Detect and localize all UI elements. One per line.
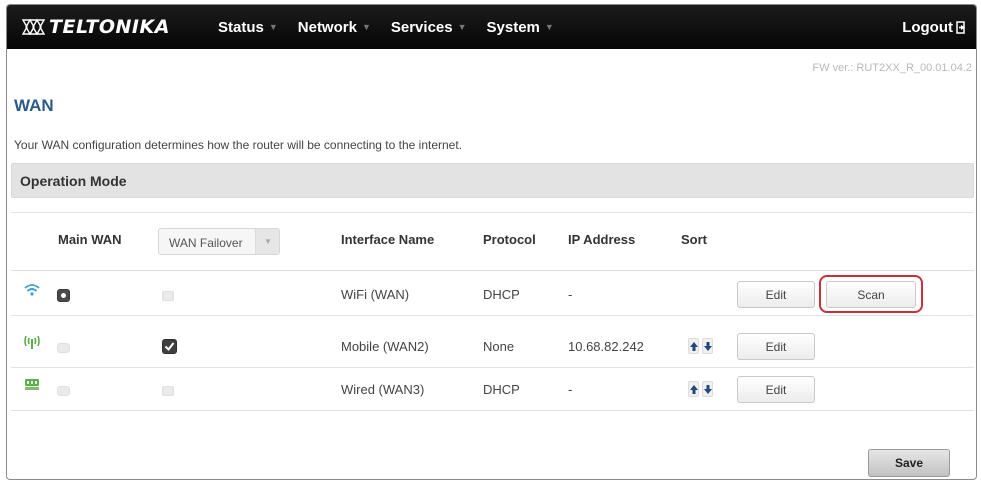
checkmark-icon xyxy=(164,342,175,352)
column-main-wan: Main WAN xyxy=(58,232,122,247)
protocol: None xyxy=(483,339,515,354)
protocol: DHCP xyxy=(483,287,520,302)
move-up-button[interactable] xyxy=(688,381,699,397)
main-wan-radio[interactable] xyxy=(57,289,70,302)
teltonika-logo[interactable]: TELTONIKA xyxy=(21,12,170,42)
table-row: Mobile (WAN2) None 10.68.82.242 Edit xyxy=(11,326,974,368)
nav-status-label: Status xyxy=(218,18,264,36)
firmware-version: FW ver.: RUT2XX_R_00.01.04.2 xyxy=(812,62,972,74)
ip-address: - xyxy=(568,382,573,397)
move-down-button[interactable] xyxy=(702,338,713,354)
column-ip-address: IP Address xyxy=(568,232,636,247)
edit-button[interactable]: Edit xyxy=(737,333,815,360)
ip-address: - xyxy=(568,287,573,302)
failover-checkbox[interactable] xyxy=(162,339,177,354)
nav-network[interactable]: Network ▼ xyxy=(298,19,371,36)
nav-services-label: Services xyxy=(390,18,453,36)
sort-controls xyxy=(688,338,713,354)
column-sort: Sort xyxy=(681,232,707,247)
main-wan-radio[interactable] xyxy=(57,343,70,353)
wired-icon xyxy=(25,379,39,390)
main-wan-radio[interactable] xyxy=(57,386,70,396)
chevron-down-icon: ▼ xyxy=(544,22,554,32)
ip-address: 10.68.82.242 xyxy=(568,339,644,354)
page-title: WAN xyxy=(14,96,54,115)
arrow-down-icon xyxy=(704,342,712,351)
main-menu: Status ▼ Network ▼ Services ▼ System ▼ xyxy=(218,5,574,49)
operation-mode-header: Operation Mode xyxy=(11,163,974,198)
mobile-icon xyxy=(24,335,40,349)
save-button[interactable]: Save xyxy=(868,449,950,477)
table-row: Wired (WAN3) DHCP - Edit xyxy=(11,369,974,411)
arrow-down-icon xyxy=(704,385,712,394)
chevron-down-icon: ▼ xyxy=(268,22,278,32)
nav-system[interactable]: System ▼ xyxy=(487,19,554,36)
arrow-up-icon xyxy=(690,342,698,351)
wan-mode-select[interactable]: WAN Failover ▼ xyxy=(158,228,280,255)
move-up-button[interactable] xyxy=(688,338,699,354)
top-nav-bar: TELTONIKA Status ▼ Network ▼ Services ▼ … xyxy=(7,5,976,49)
section-title: Operation Mode xyxy=(20,173,127,189)
edit-button[interactable]: Edit xyxy=(737,281,815,308)
arrow-up-icon xyxy=(690,385,698,394)
logo-text: TELTONIKA xyxy=(49,16,170,38)
interface-name: Mobile (WAN2) xyxy=(341,339,429,354)
chevron-down-icon: ▼ xyxy=(457,22,467,32)
wan-mode-select-value: WAN Failover xyxy=(169,236,243,250)
sort-controls xyxy=(688,381,713,397)
protocol: DHCP xyxy=(483,382,520,397)
logout-link[interactable]: Logout xyxy=(902,5,968,49)
failover-checkbox[interactable] xyxy=(162,291,174,301)
table-header: Main WAN WAN Failover ▼ Interface Name P… xyxy=(11,212,974,271)
edit-button[interactable]: Edit xyxy=(737,376,815,403)
logout-icon xyxy=(956,20,965,34)
page-description: Your WAN configuration determines how th… xyxy=(14,138,463,152)
nav-services[interactable]: Services ▼ xyxy=(391,19,467,36)
wifi-icon xyxy=(24,284,40,296)
nav-status[interactable]: Status ▼ xyxy=(218,19,278,36)
column-protocol: Protocol xyxy=(483,232,536,247)
column-interface-name: Interface Name xyxy=(341,232,435,247)
scan-button[interactable]: Scan xyxy=(826,281,916,308)
table-row: WiFi (WAN) DHCP - Edit Scan xyxy=(11,274,974,316)
interface-name: WiFi (WAN) xyxy=(341,287,410,302)
router-web-ui: TELTONIKA Status ▼ Network ▼ Services ▼ … xyxy=(6,4,977,480)
move-down-button[interactable] xyxy=(702,381,713,397)
nav-system-label: System xyxy=(486,18,540,36)
teltonika-logo-mark-icon xyxy=(21,19,46,35)
chevron-down-icon: ▼ xyxy=(361,22,371,32)
interface-name: Wired (WAN3) xyxy=(341,382,425,397)
nav-network-label: Network xyxy=(297,18,357,36)
failover-checkbox[interactable] xyxy=(162,386,174,396)
logout-label: Logout xyxy=(902,18,953,36)
chevron-down-icon: ▼ xyxy=(264,237,272,246)
